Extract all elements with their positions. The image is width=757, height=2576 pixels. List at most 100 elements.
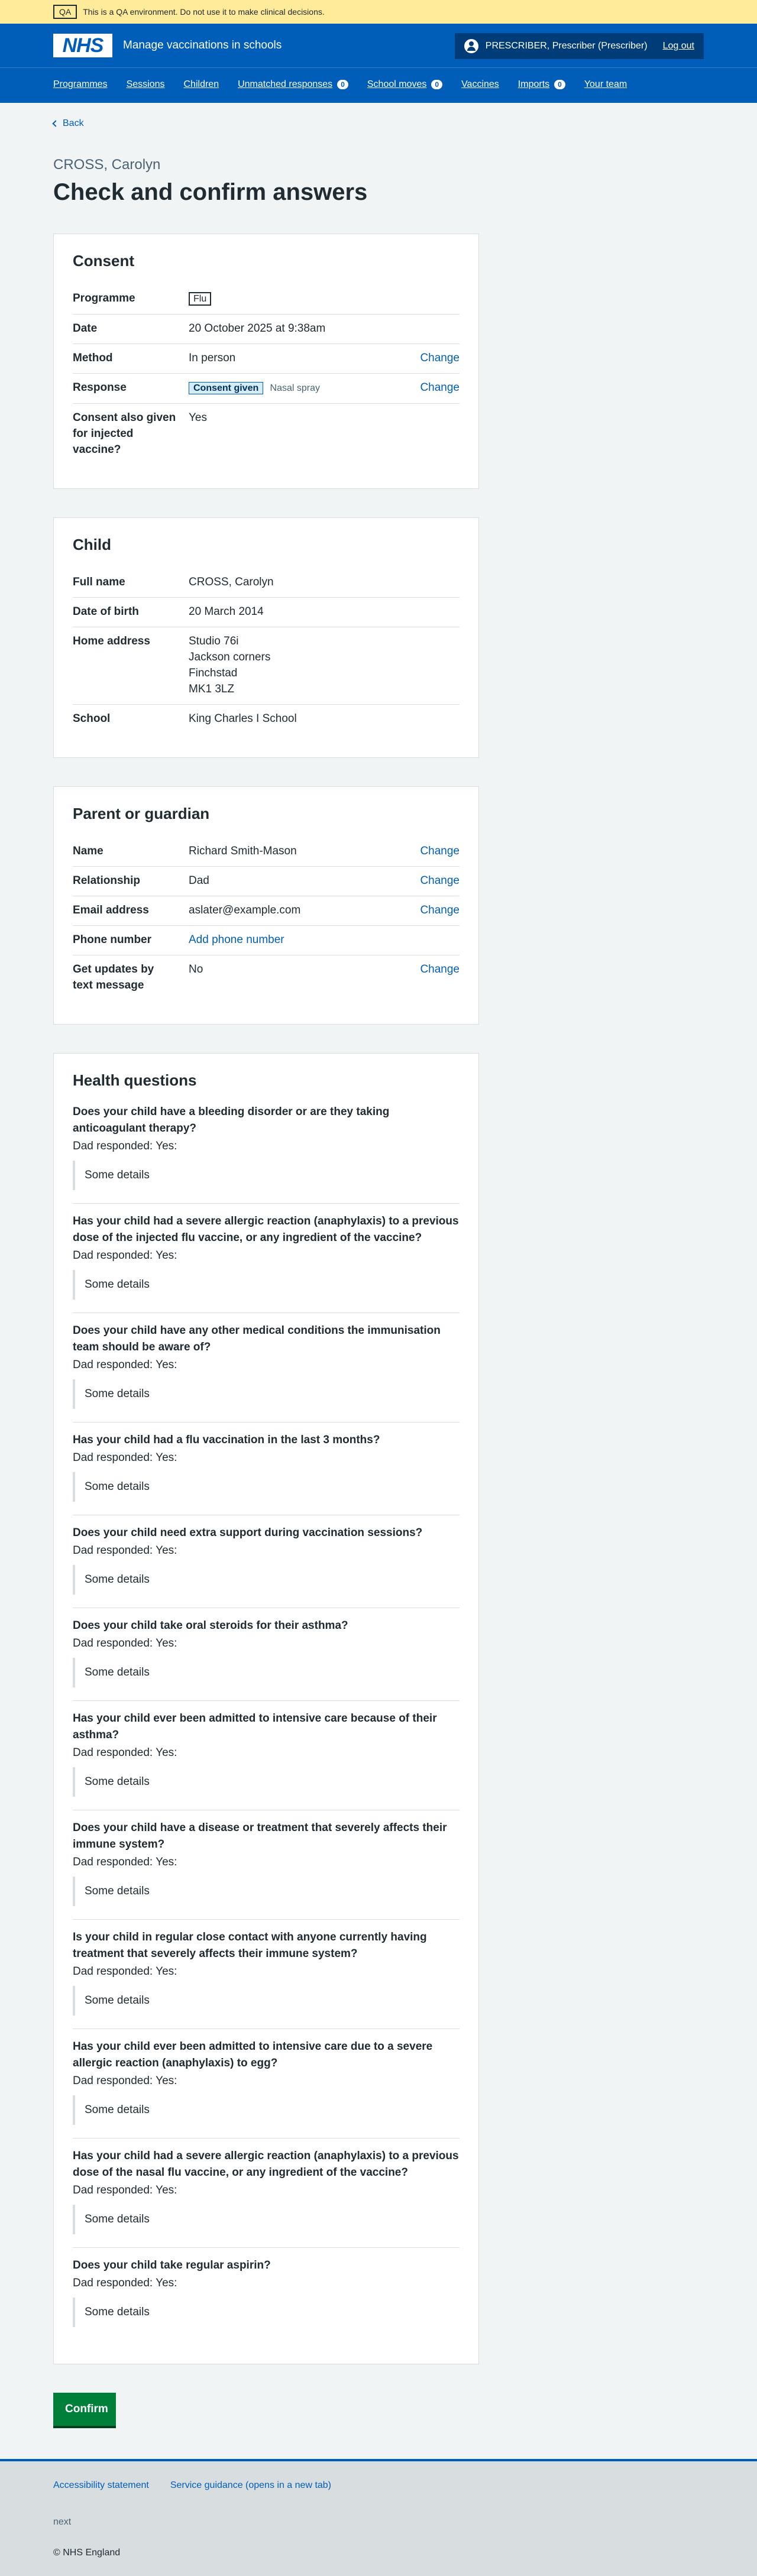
question-response: Dad responded: Yes: [73,1856,177,1868]
nav-sessions[interactable]: Sessions [127,79,165,90]
question-response: Dad responded: Yes: [73,1965,177,1978]
question-text: Is your child in regular close contact w… [73,1931,427,1960]
nav-school-moves[interactable]: School moves 0 [367,79,443,90]
summary-row-dob: Date of birth 20 March 2014 [73,598,460,627]
header: NHS Manage vaccinations in schools PRESC… [0,24,757,103]
summary-row-full-name: Full name CROSS, Carolyn [73,568,460,598]
summary-row-response: Response Consent given Nasal spray Chang… [73,374,460,404]
change-method-link[interactable]: Change [420,350,460,366]
qa-tag: QA [53,5,77,19]
summary-row-date: Date 20 October 2025 at 9:38am [73,315,460,344]
consent-card: Consent Programme Flu Date 20 October 20… [53,234,479,489]
health-question: Does your child have a bleeding disorder… [73,1094,460,1204]
primary-nav: Programmes Sessions Children Unmatched r… [0,67,757,101]
question-text: Has your child had a severe allergic rea… [73,1215,459,1244]
question-details: Some details [73,1565,460,1595]
question-details: Some details [73,1877,460,1906]
nav-children[interactable]: Children [184,79,219,90]
question-response: Dad responded: Yes: [73,2075,177,2087]
nav-imports[interactable]: Imports 0 [518,79,565,90]
question-response: Dad responded: Yes: [73,1544,177,1557]
summary-row-text-updates: Get updates by text message No Change [73,955,460,1000]
main-content: Back CROSS, Carolyn Check and confirm an… [0,118,757,2426]
logout-link[interactable]: Log out [663,41,694,51]
health-question: Is your child in regular close contact w… [73,1920,460,2029]
question-details: Some details [73,1270,460,1300]
service-name[interactable]: Manage vaccinations in schools [123,39,282,52]
qa-banner-text: This is a QA environment. Do not use it … [83,7,325,17]
health-question: Has your child had a severe allergic rea… [73,1204,460,1313]
change-response-link[interactable]: Change [420,380,460,396]
address-line: MK1 3LZ [189,683,235,695]
question-text: Does your child have any other medical c… [73,1324,441,1353]
question-response: Dad responded: Yes: [73,1359,177,1371]
health-question: Does your child take oral steroids for t… [73,1608,460,1701]
question-text: Does your child need extra support durin… [73,1527,423,1539]
question-text: Does your child take oral steroids for t… [73,1619,348,1632]
change-name-link[interactable]: Change [420,843,460,859]
question-text: Does your child have a disease or treatm… [73,1822,447,1851]
health-question: Has your child had a severe allergic rea… [73,2138,460,2248]
nav-vaccines[interactable]: Vaccines [461,79,499,90]
response-method: Nasal spray [270,383,320,393]
summary-row-relationship: Relationship Dad Change [73,867,460,896]
summary-row-programme: Programme Flu [73,284,460,315]
account-bar: PRESCRIBER, Prescriber (Prescriber) Log … [454,33,704,59]
nav-programmes[interactable]: Programmes [53,79,108,90]
summary-row-school: School King Charles I School [73,712,297,725]
health-question: Does your child have a disease or treatm… [73,1810,460,1920]
address-line: Finchstad [189,667,238,679]
question-details: Some details [73,1161,460,1190]
service-guidance-link[interactable]: Service guidance (opens in a new tab) [170,2480,331,2491]
footer-version: next [53,2517,72,2527]
summary-row-email: Email address aslater@example.com Change [73,896,460,926]
health-question: Does your child have any other medical c… [73,1313,460,1423]
add-phone-link[interactable]: Add phone number [189,934,284,946]
back-link[interactable]: Back [52,118,704,129]
question-text: Does your child take regular aspirin? [73,2259,271,2272]
card-title: Parent or guardian [73,805,210,822]
card-title: Child [73,536,111,553]
accessibility-statement-link[interactable]: Accessibility statement [53,2480,149,2491]
health-question: Has your child had a flu vaccination in … [73,1423,460,1515]
chevron-left-icon [52,120,59,127]
count-badge: 0 [431,79,443,89]
summary-row-phone: Phone number Add phone number [73,926,460,955]
count-badge: 0 [554,79,565,89]
question-details: Some details [73,1379,460,1409]
card-title: Consent [73,252,134,270]
qa-banner: QA This is a QA environment. Do not use … [0,0,757,24]
question-details: Some details [73,1658,460,1687]
question-text: Has your child had a severe allergic rea… [73,2150,459,2179]
question-details: Some details [73,2095,460,2125]
health-questions-card: Health questions Does your child have a … [53,1053,479,2364]
page-title: Check and confirm answers [53,179,368,205]
health-question: Has your child ever been admitted to int… [73,1701,460,1810]
nav-unmatched-responses[interactable]: Unmatched responses 0 [238,79,348,90]
count-badge: 0 [337,79,348,89]
question-details: Some details [73,1472,460,1502]
question-details: Some details [73,1767,460,1797]
question-text: Has your child ever been admitted to int… [73,1712,437,1741]
address-line: Studio 76i [189,635,239,647]
status-tag: Consent given [189,382,264,394]
nav-your-team[interactable]: Your team [584,79,627,90]
question-text: Does your child have a bleeding disorder… [73,1106,390,1135]
health-question: Does your child take regular aspirin? Da… [73,2248,460,2340]
change-relationship-link[interactable]: Change [420,873,460,889]
address-line: Jackson corners [189,651,271,663]
footer-copyright: © NHS England [53,2548,121,2558]
question-details: Some details [73,1986,460,2016]
question-response: Dad responded: Yes: [73,1747,177,1759]
change-text-updates-link[interactable]: Change [420,961,460,977]
question-response: Dad responded: Yes: [73,2184,177,2196]
health-question: Has your child ever been admitted to int… [73,2029,460,2138]
summary-row-method: Method In person Change [73,344,460,374]
nhs-logo[interactable]: NHS [53,34,112,57]
confirm-button[interactable]: Confirm [53,2393,116,2426]
programme-tag: Flu [189,292,212,306]
health-question: Does your child need extra support durin… [73,1515,460,1608]
question-response: Dad responded: Yes: [73,1637,177,1650]
question-response: Dad responded: Yes: [73,2277,177,2289]
change-email-link[interactable]: Change [420,902,460,918]
